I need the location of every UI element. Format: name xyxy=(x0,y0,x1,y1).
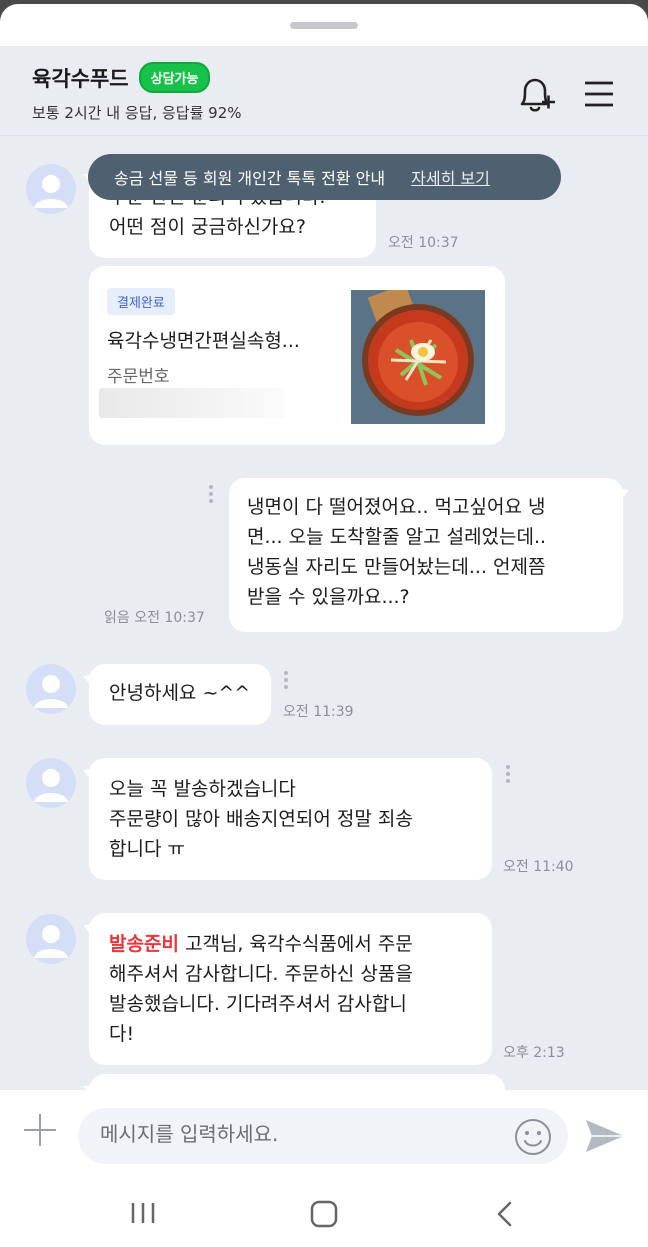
seller-avatar[interactable] xyxy=(26,758,76,808)
chat-area[interactable]: 송금 선물 등 회원 개인간 톡톡 전환 안내 자세히 보기 주문 관련 문의 … xyxy=(0,136,648,1090)
message-text: 냉동실 자리도 만들어놨는데... 언제쯤 xyxy=(247,556,546,578)
shipping-ready-label: 발송준비 xyxy=(109,933,179,955)
back-icon[interactable] xyxy=(494,1200,516,1232)
send-icon[interactable] xyxy=(584,1118,626,1158)
seller-avatar[interactable] xyxy=(26,164,76,214)
message-text: 안녕하세요 ~^^ xyxy=(109,682,251,704)
menu-icon[interactable] xyxy=(584,80,614,112)
recent-apps-icon[interactable] xyxy=(130,1200,156,1230)
message-input-wrapper xyxy=(78,1108,568,1164)
message-text: 발송했습니다. 기다려주셔서 감사합니 xyxy=(109,993,407,1015)
sheet-grabber[interactable] xyxy=(290,22,358,29)
message-bubble-partial[interactable] xyxy=(89,1074,505,1090)
message-time: 오후 2:13 xyxy=(503,1045,565,1061)
message-text: 냉면이 다 떨어졌어요.. 먹고싶어요 냉 xyxy=(247,496,546,518)
notice-banner[interactable]: 송금 선물 등 회원 개인간 톡톡 전환 안내 자세히 보기 xyxy=(88,154,561,200)
message-input[interactable] xyxy=(100,1122,500,1146)
payment-status-tag: 결제완료 xyxy=(107,288,175,315)
shop-name: 육각수푸드 xyxy=(32,66,129,91)
message-bubble-outgoing[interactable]: 냉면이 다 떨어졌어요.. 먹고싶어요 냉 면... 오늘 도착할줄 알고 설레… xyxy=(229,478,623,632)
emoji-icon[interactable] xyxy=(514,1118,552,1160)
message-text: 다! xyxy=(109,1023,135,1045)
system-navigation-bar xyxy=(0,1180,648,1247)
message-bubble[interactable]: 발송준비 고객님, 육각수식품에서 주문 해주셔서 감사합니다. 주문하신 상품… xyxy=(89,913,492,1065)
message-input-bar xyxy=(0,1090,648,1180)
product-name: 육각수냉면간편실속형... xyxy=(107,330,300,352)
notice-detail-link[interactable]: 자세히 보기 xyxy=(411,165,490,189)
message-text: 오늘 꼭 발송하겠습니다 xyxy=(109,778,296,800)
seller-avatar[interactable] xyxy=(26,664,76,714)
message-text: 면... 오늘 도착할줄 알고 설레었는데.. xyxy=(247,526,547,548)
order-card[interactable]: 결제완료 육각수냉면간편실속형... 주문번호 xyxy=(89,266,505,445)
status-badge: 상담가능 xyxy=(138,62,211,93)
read-status-time: 읽음 오전 10:37 xyxy=(104,610,205,626)
message-text: 받을 수 있을까요...? xyxy=(247,586,410,608)
home-icon[interactable] xyxy=(310,1200,338,1232)
chat-header: 육각수푸드 상담가능 보통 2시간 내 응답, 응답률 92% xyxy=(0,46,648,136)
message-bubble[interactable]: 오늘 꼭 발송하겠습니다 주문량이 많아 배송지연되어 정말 죄송 합니다 ㅠ xyxy=(89,758,492,880)
order-number-blurred xyxy=(99,388,285,418)
notice-text: 송금 선물 등 회원 개인간 톡톡 전환 안내 xyxy=(114,169,386,188)
message-time: 오전 10:37 xyxy=(388,235,459,251)
message-text: 어떤 점이 궁금하신가요? xyxy=(109,216,306,238)
notification-add-icon[interactable] xyxy=(516,76,558,120)
message-text: 고객님, 육각수식품에서 주문 xyxy=(178,933,413,955)
more-options-icon[interactable] xyxy=(209,482,215,506)
title-row: 육각수푸드 상담가능 xyxy=(32,62,211,93)
message-time: 오전 11:39 xyxy=(283,704,354,720)
message-text: 해주셔서 감사합니다. 주문하신 상품을 xyxy=(109,963,413,985)
more-options-icon[interactable] xyxy=(284,668,290,692)
message-time: 오전 11:40 xyxy=(503,859,574,875)
more-options-icon[interactable] xyxy=(506,762,512,786)
product-image xyxy=(351,290,485,424)
plus-icon[interactable] xyxy=(22,1112,58,1152)
message-bubble[interactable]: 안녕하세요 ~^^ xyxy=(89,664,271,725)
chat-sheet: 육각수푸드 상담가능 보통 2시간 내 응답, 응답률 92% 송금 선물 등 … xyxy=(0,4,648,1247)
message-text: 합니다 ㅠ xyxy=(109,838,185,860)
seller-avatar[interactable] xyxy=(26,914,76,964)
message-text: 주문량이 많아 배송지연되어 정말 죄송 xyxy=(109,808,413,830)
response-info: 보통 2시간 내 응답, 응답률 92% xyxy=(32,104,242,122)
order-number-label: 주문번호 xyxy=(107,367,170,387)
